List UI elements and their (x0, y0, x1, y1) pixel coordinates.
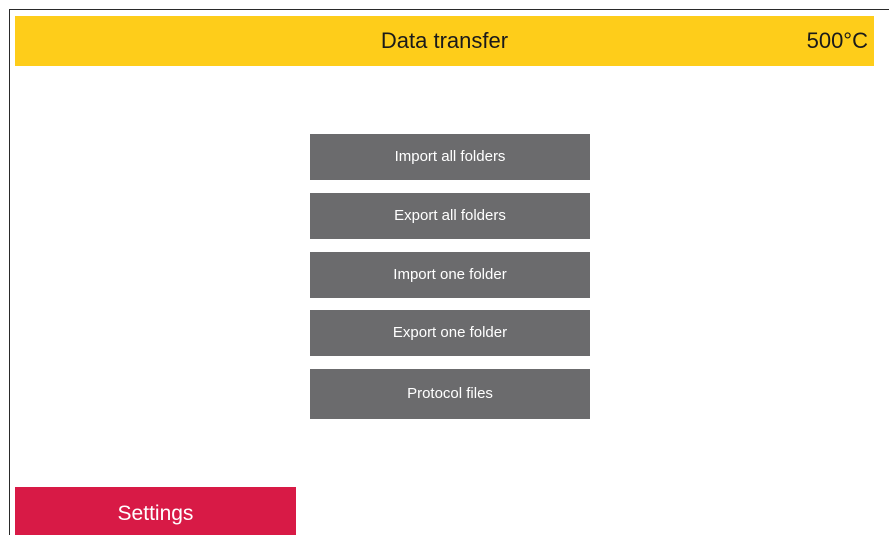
protocol-files-button[interactable]: Protocol files (310, 369, 590, 419)
frame-border-left (9, 9, 10, 535)
import-all-folders-button[interactable]: Import all folders (310, 134, 590, 180)
export-one-folder-button[interactable]: Export one folder (310, 310, 590, 356)
temperature-readout: 500°C (806, 28, 868, 53)
import-one-folder-button[interactable]: Import one folder (310, 252, 590, 298)
settings-button[interactable]: Settings (15, 487, 296, 535)
export-all-folders-button[interactable]: Export all folders (310, 193, 590, 239)
frame-border-top (9, 9, 889, 10)
page-title: Data transfer (380, 28, 509, 53)
header-bar: Data transfer 500°C (15, 16, 874, 66)
